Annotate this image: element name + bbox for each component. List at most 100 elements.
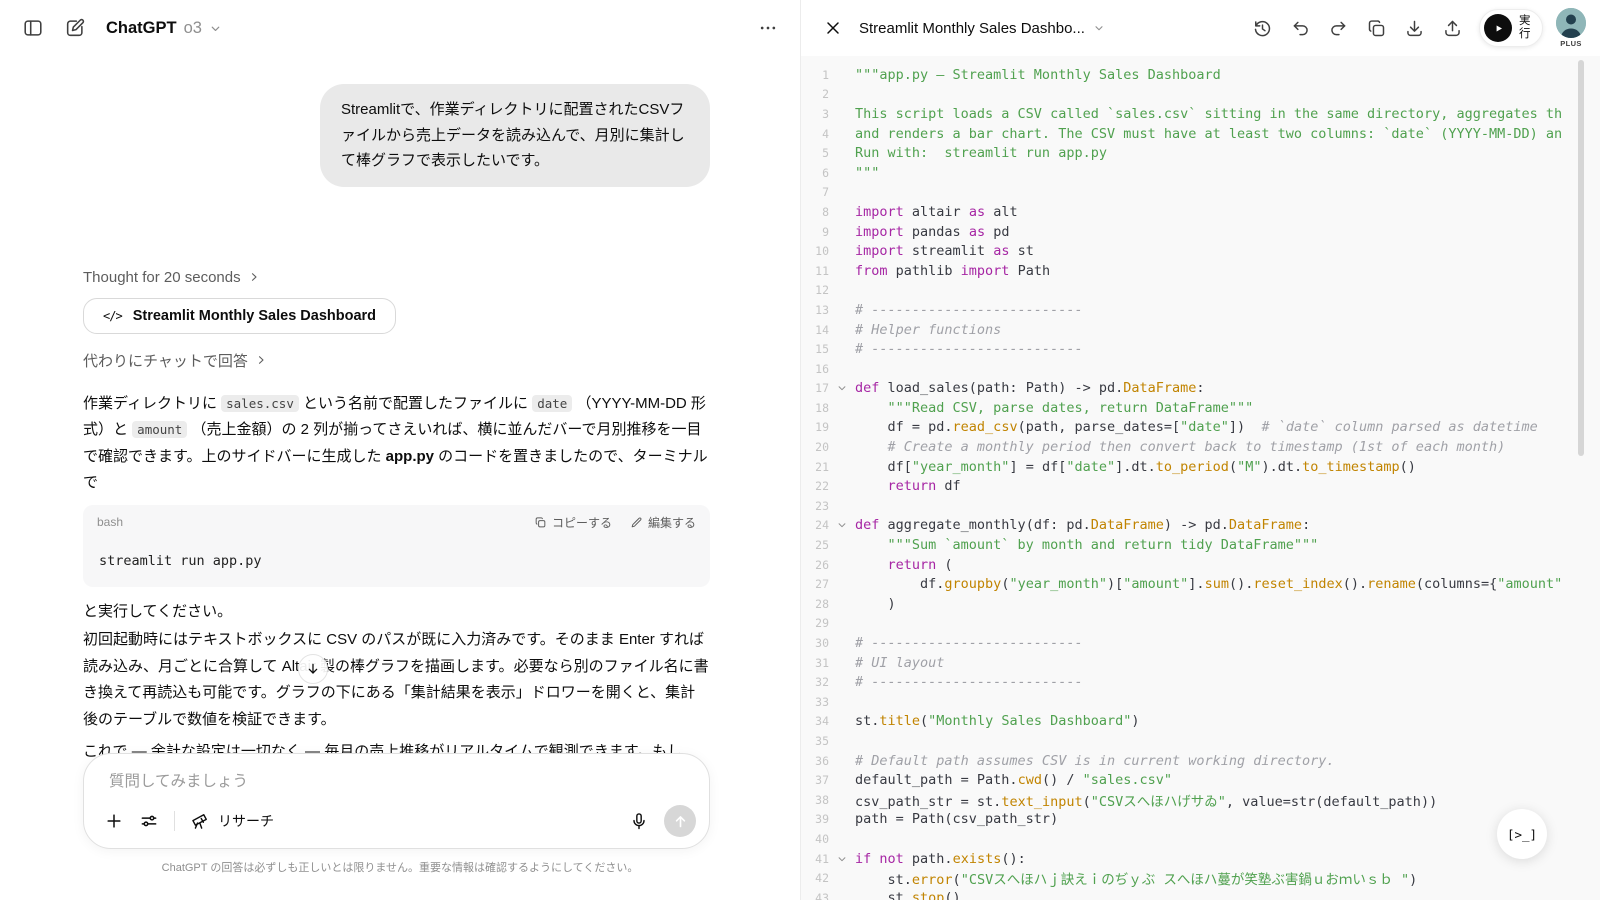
line-number: 9 xyxy=(801,225,829,239)
code-line: 1"""app.py — Streamlit Monthly Sales Das… xyxy=(801,65,1600,85)
line-number: 16 xyxy=(801,362,829,376)
line-number: 38 xyxy=(801,793,829,807)
dictate-button[interactable] xyxy=(629,811,649,831)
fold-toggle[interactable] xyxy=(829,383,855,393)
line-number: 22 xyxy=(801,479,829,493)
fold-chevron-icon xyxy=(837,854,847,864)
code-line: 38csv_path_str = st.text_input("CSVスへほハげ… xyxy=(801,790,1600,810)
user-message: Streamlitで、作業ディレクトリに配置されたCSVファイルから売上データを… xyxy=(320,84,710,187)
code-line: 29 xyxy=(801,614,1600,634)
canvas-title: Streamlit Monthly Sales Dashbo... xyxy=(859,20,1085,37)
code-line: 13# -------------------------- xyxy=(801,300,1600,320)
copy-code-button[interactable]: コピーする xyxy=(534,514,612,531)
attach-button[interactable] xyxy=(104,811,124,831)
code-line: 6""" xyxy=(801,163,1600,183)
code-line: 42 st.error("CSVスへほハｊ訣えｉのぢｙぶ スへほハ蔓が笑塾ぶ害鍋… xyxy=(801,868,1600,888)
line-number: 43 xyxy=(801,891,829,900)
undo-icon[interactable] xyxy=(1290,18,1311,39)
line-number: 6 xyxy=(801,166,829,180)
canvas-title-menu[interactable]: Streamlit Monthly Sales Dashbo... xyxy=(859,20,1105,37)
line-number: 33 xyxy=(801,695,829,709)
canvas-document-card[interactable]: </> Streamlit Monthly Sales Dashboard xyxy=(83,298,396,334)
avatar xyxy=(1556,8,1586,38)
code-line: 28 ) xyxy=(801,594,1600,614)
line-number: 17 xyxy=(801,381,829,395)
console-toggle-button[interactable]: [>_] xyxy=(1497,809,1547,859)
chevron-right-icon xyxy=(248,271,260,283)
code-line: 5Run with: streamlit run app.py xyxy=(801,143,1600,163)
console-icon: [>_] xyxy=(1507,827,1537,842)
thought-label: Thought for 20 seconds xyxy=(83,269,241,286)
line-number: 13 xyxy=(801,303,829,317)
code-editor[interactable]: 1"""app.py — Streamlit Monthly Sales Das… xyxy=(801,56,1600,900)
code-line: 16 xyxy=(801,359,1600,379)
line-number: 25 xyxy=(801,538,829,552)
tools-button[interactable] xyxy=(139,811,159,831)
run-button[interactable]: 実行 xyxy=(1479,9,1543,47)
line-number: 35 xyxy=(801,734,829,748)
line-number: 24 xyxy=(801,518,829,532)
line-number: 1 xyxy=(801,68,829,82)
chevron-right-icon xyxy=(255,354,267,366)
close-canvas-icon[interactable] xyxy=(823,18,843,38)
sidebar-toggle-icon[interactable] xyxy=(22,17,44,39)
reply-in-chat-toggle[interactable]: 代わりにチャットで回答 xyxy=(83,350,710,371)
line-number: 28 xyxy=(801,597,829,611)
line-number: 42 xyxy=(801,871,829,885)
chat-input[interactable]: 質問してみましょう xyxy=(109,769,248,791)
code-line: 23 xyxy=(801,496,1600,516)
code-line: 12 xyxy=(801,281,1600,301)
line-number: 8 xyxy=(801,205,829,219)
code-line: 14# Helper functions xyxy=(801,320,1600,340)
code-line: 40 xyxy=(801,829,1600,849)
research-button[interactable]: リサーチ xyxy=(190,811,274,831)
code-lines: 1"""app.py — Streamlit Monthly Sales Das… xyxy=(801,65,1600,900)
thought-toggle[interactable]: Thought for 20 seconds xyxy=(83,269,710,286)
new-chat-icon[interactable] xyxy=(64,17,86,39)
conversation-options-icon[interactable] xyxy=(758,18,778,38)
copy-document-icon[interactable] xyxy=(1366,18,1387,39)
inline-code: date xyxy=(532,395,572,412)
code-line: 18 """Read CSV, parse dates, return Data… xyxy=(801,398,1600,418)
edit-icon xyxy=(630,516,643,529)
code-line: 43 st.stop() xyxy=(801,888,1600,900)
line-number: 3 xyxy=(801,107,829,121)
scroll-to-bottom-button[interactable] xyxy=(298,654,328,684)
fold-toggle[interactable] xyxy=(829,520,855,530)
download-icon[interactable] xyxy=(1404,18,1425,39)
code-line: 37default_path = Path.cwd() / "sales.csv… xyxy=(801,770,1600,790)
line-number: 18 xyxy=(801,401,829,415)
code-line: 32# -------------------------- xyxy=(801,672,1600,692)
share-icon[interactable] xyxy=(1442,18,1463,39)
code-line: 21 df["year_month"] = df["date"].dt.to_p… xyxy=(801,457,1600,477)
line-number: 10 xyxy=(801,244,829,258)
line-number: 32 xyxy=(801,675,829,689)
code-line: 4and renders a bar chart. The CSV must h… xyxy=(801,124,1600,144)
inline-code: amount xyxy=(132,421,187,438)
code-line: 11from pathlib import Path xyxy=(801,261,1600,281)
line-number: 30 xyxy=(801,636,829,650)
canvas-scrollbar[interactable] xyxy=(1578,60,1584,456)
account-button[interactable]: PLUS xyxy=(1556,8,1586,48)
line-number: 19 xyxy=(801,420,829,434)
version-history-icon[interactable] xyxy=(1252,18,1273,39)
code-line: 34st.title("Monthly Sales Dashboard") xyxy=(801,712,1600,732)
code-line: 10import streamlit as st xyxy=(801,241,1600,261)
line-number: 39 xyxy=(801,812,829,826)
chevron-down-icon xyxy=(209,22,222,35)
message-composer: 質問してみましょう リサーチ xyxy=(83,753,710,849)
model-selector[interactable]: ChatGPT o3 xyxy=(106,19,222,38)
edit-code-button[interactable]: 編集する xyxy=(630,514,696,531)
code-line: 24def aggregate_monthly(df: pd.DataFrame… xyxy=(801,516,1600,536)
code-line: 15# -------------------------- xyxy=(801,339,1600,359)
chevron-down-icon xyxy=(1093,22,1105,34)
redo-icon[interactable] xyxy=(1328,18,1349,39)
chat-thread: Streamlitで、作業ディレクトリに配置されたCSVファイルから売上データを… xyxy=(83,56,710,766)
send-button[interactable] xyxy=(664,805,696,837)
telescope-icon xyxy=(190,811,210,831)
line-number: 4 xyxy=(801,127,829,141)
fold-toggle[interactable] xyxy=(829,854,855,864)
code-line: 9import pandas as pd xyxy=(801,222,1600,242)
code-line: 39path = Path(csv_path_str) xyxy=(801,810,1600,830)
code-line: 17def load_sales(path: Path) -> pd.DataF… xyxy=(801,379,1600,399)
